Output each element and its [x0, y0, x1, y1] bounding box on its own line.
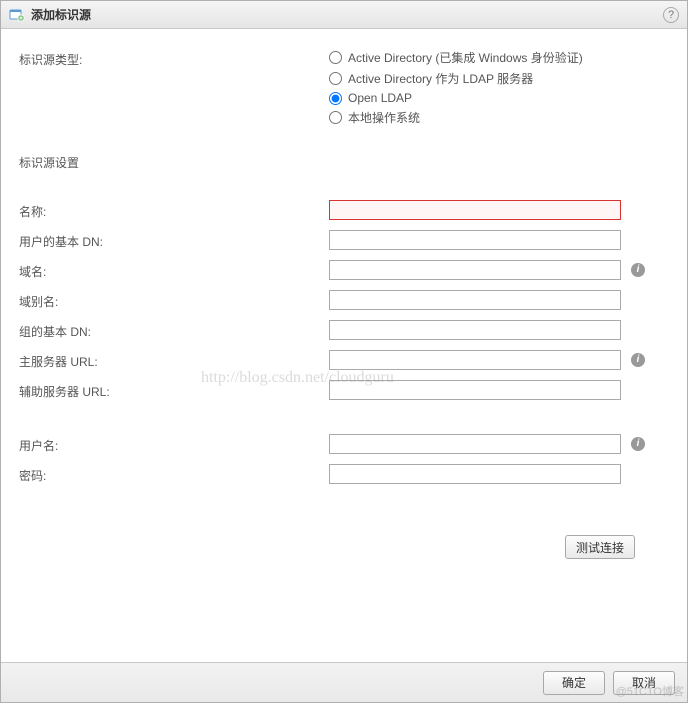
- name-input[interactable]: [329, 200, 621, 220]
- user-dn-input[interactable]: [329, 230, 621, 250]
- add-identity-source-dialog: 添加标识源 ? 标识源类型: Active Directory (已集成 Win…: [0, 0, 688, 703]
- titlebar: 添加标识源 ?: [1, 1, 687, 29]
- type-option-label: Active Directory 作为 LDAP 服务器: [348, 70, 533, 87]
- group-dn-input[interactable]: [329, 320, 621, 340]
- username-input[interactable]: [329, 434, 621, 454]
- dialog-footer: 确定 取消 @51CTO博客: [1, 662, 687, 702]
- group-dn-label: 组的基本 DN:: [19, 321, 329, 340]
- info-icon[interactable]: i: [631, 353, 645, 367]
- type-option-ad-ldap[interactable]: Active Directory 作为 LDAP 服务器: [329, 70, 583, 87]
- alias-input[interactable]: [329, 290, 621, 310]
- type-option-label: Active Directory (已集成 Windows 身份验证): [348, 49, 583, 66]
- secondary-url-label: 辅助服务器 URL:: [19, 381, 329, 400]
- type-option-ad-iwa[interactable]: Active Directory (已集成 Windows 身份验证): [329, 49, 583, 66]
- settings-section-label: 标识源设置: [19, 154, 669, 171]
- dialog-content: 标识源类型: Active Directory (已集成 Windows 身份验…: [1, 29, 687, 662]
- type-radio-openldap[interactable]: [329, 92, 342, 105]
- info-icon[interactable]: i: [631, 263, 645, 277]
- primary-url-input[interactable]: [329, 350, 621, 370]
- identity-source-icon: [9, 7, 25, 23]
- info-icon[interactable]: i: [631, 437, 645, 451]
- password-label: 密码:: [19, 465, 329, 484]
- type-label: 标识源类型:: [19, 49, 329, 68]
- type-radio-ad-iwa[interactable]: [329, 51, 342, 64]
- domain-input[interactable]: [329, 260, 621, 280]
- alias-label: 域别名:: [19, 291, 329, 310]
- cancel-button[interactable]: 取消: [613, 671, 675, 695]
- dialog-title: 添加标识源: [31, 6, 663, 23]
- domain-label: 域名:: [19, 261, 329, 280]
- type-option-openldap[interactable]: Open LDAP: [329, 91, 583, 105]
- type-option-label: Open LDAP: [348, 91, 412, 105]
- name-label: 名称:: [19, 201, 329, 220]
- secondary-url-input[interactable]: [329, 380, 621, 400]
- user-dn-label: 用户的基本 DN:: [19, 231, 329, 250]
- type-option-label: 本地操作系统: [348, 109, 420, 126]
- test-connection-button[interactable]: 测试连接: [565, 535, 635, 559]
- type-radio-ad-ldap[interactable]: [329, 72, 342, 85]
- type-radio-group: Active Directory (已集成 Windows 身份验证) Acti…: [329, 49, 583, 126]
- ok-button[interactable]: 确定: [543, 671, 605, 695]
- username-label: 用户名:: [19, 435, 329, 454]
- type-radio-localos[interactable]: [329, 111, 342, 124]
- type-option-localos[interactable]: 本地操作系统: [329, 109, 583, 126]
- primary-url-label: 主服务器 URL:: [19, 351, 329, 370]
- password-input[interactable]: [329, 464, 621, 484]
- help-icon[interactable]: ?: [663, 7, 679, 23]
